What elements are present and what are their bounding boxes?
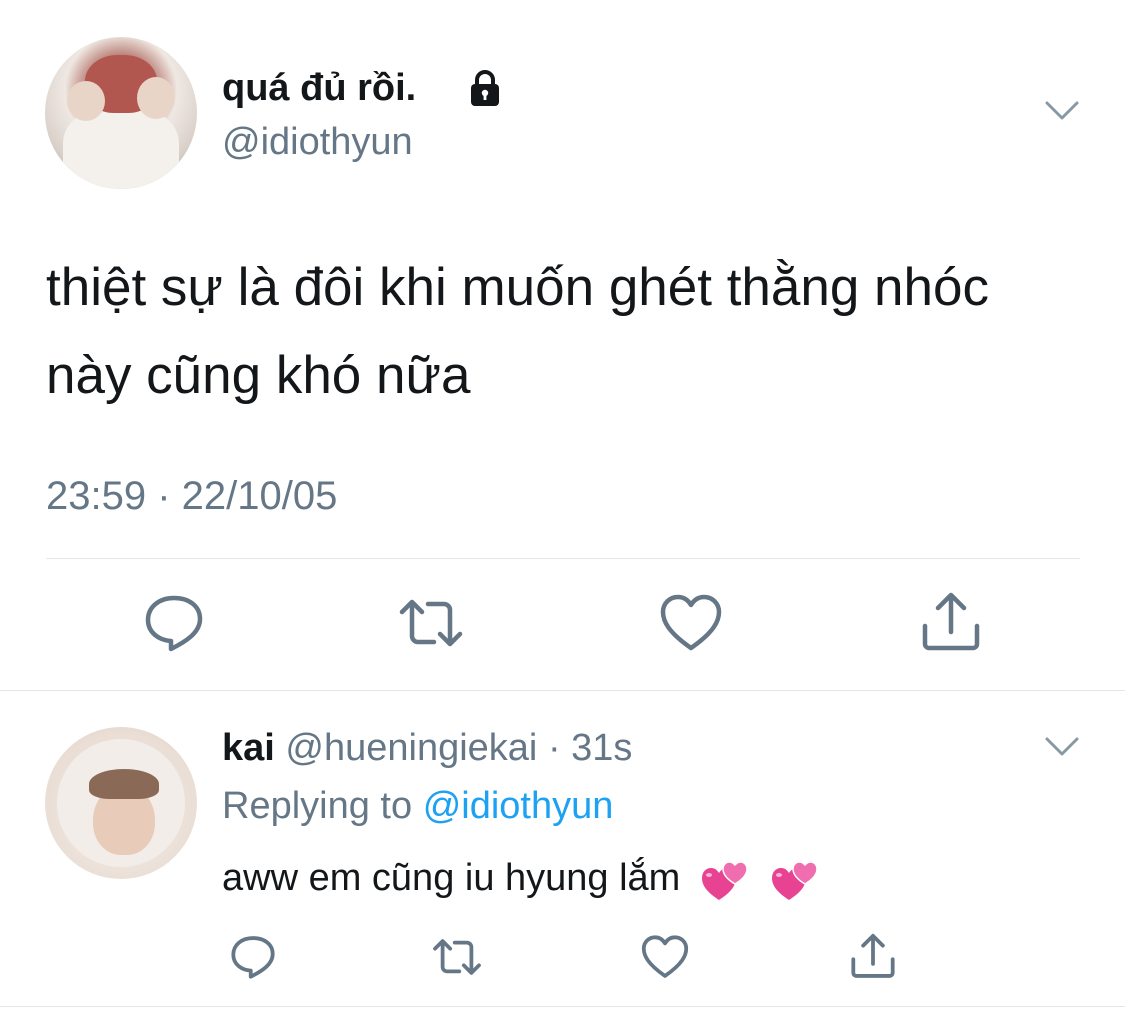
- tweet-text: thiệt sự là đôi khi muốn ghét thằng nhóc…: [46, 258, 989, 405]
- reply-text-content: aww em cũng iu hyung lắm: [222, 857, 681, 899]
- avatar-hand: [137, 77, 175, 119]
- replying-to-label: Replying to: [222, 785, 413, 827]
- author-display-name[interactable]: quá đủ rồi.: [222, 64, 416, 112]
- share-icon[interactable]: [848, 932, 898, 982]
- share-icon[interactable]: [918, 590, 984, 656]
- reply-author-avatar[interactable]: [45, 727, 197, 879]
- avatar-hair: [89, 769, 159, 799]
- reply-icon[interactable]: [141, 590, 207, 656]
- replying-to-mention[interactable]: @idiothyun: [423, 785, 614, 827]
- reply-time-ago[interactable]: 31s: [571, 727, 632, 769]
- chevron-down-icon[interactable]: [1044, 100, 1080, 122]
- reply-icon[interactable]: [228, 932, 278, 982]
- reply-tweet-text: aww em cũng iu hyung lắm: [222, 852, 821, 906]
- author-avatar[interactable]: [45, 37, 197, 189]
- reply-header: kai @hueningiekai · 31s: [222, 722, 632, 774]
- retweet-icon[interactable]: [398, 590, 464, 656]
- like-icon[interactable]: [658, 590, 724, 656]
- avatar-hand: [67, 81, 105, 121]
- replying-to-line: Replying to @idiothyun: [222, 780, 613, 832]
- divider: [0, 1006, 1125, 1007]
- separator-dot: ·: [547, 727, 561, 769]
- two-hearts-emoji: [701, 861, 748, 900]
- retweet-icon[interactable]: [432, 932, 482, 982]
- chevron-down-icon[interactable]: [1044, 736, 1080, 758]
- tweet-timestamp[interactable]: 23:59 · 22/10/05: [46, 470, 337, 522]
- reply-author-username[interactable]: @hueningiekai: [285, 727, 537, 769]
- two-hearts-emoji: [772, 861, 819, 900]
- lock-icon: [471, 70, 499, 106]
- like-icon[interactable]: [640, 932, 690, 982]
- divider: [46, 558, 1080, 559]
- reply-author-display-name[interactable]: kai: [222, 727, 275, 769]
- author-username[interactable]: @idiothyun: [222, 118, 413, 166]
- divider: [0, 690, 1125, 691]
